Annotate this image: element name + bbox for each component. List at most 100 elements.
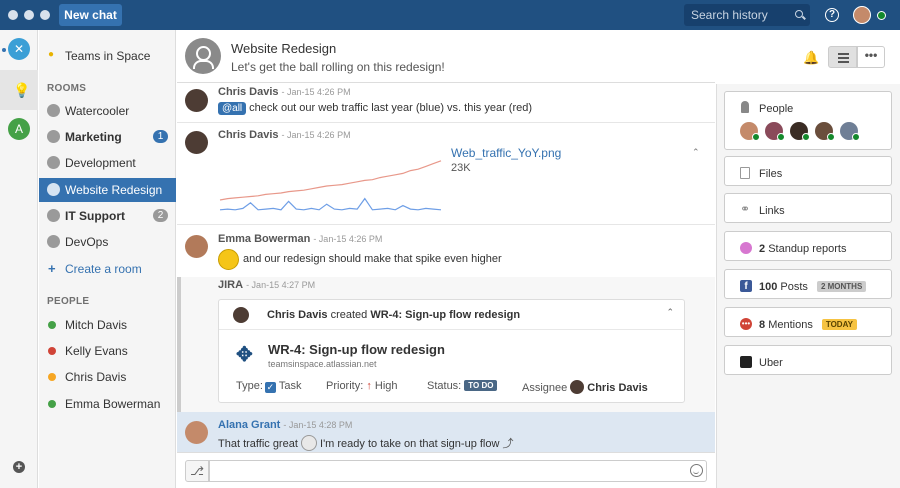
help-icon[interactable]: ? xyxy=(825,8,839,22)
room-label: Marketing xyxy=(65,130,122,144)
more-actions-button[interactable]: ••• xyxy=(857,46,885,68)
posts-card[interactable]: f 100 Posts2 MONTHS xyxy=(724,269,892,299)
lightbulb-icon[interactable]: 💡 xyxy=(13,82,30,99)
arrow-icon: ⤴ xyxy=(503,438,514,450)
author-name: Alana Grant xyxy=(218,419,280,431)
mentions-card[interactable]: ••• 8 MentionsTODAY xyxy=(724,307,892,337)
search-history-input[interactable]: Search history xyxy=(684,4,810,26)
presence-icon xyxy=(48,321,56,329)
plus-icon: + xyxy=(48,261,56,276)
sidebar-item-website-redesign[interactable]: Website Redesign xyxy=(39,178,176,202)
message-time: - Jan-15 4:28 PM xyxy=(283,420,352,430)
status-lozenge: TO DO xyxy=(464,380,497,391)
room-label: IT Support xyxy=(65,209,125,223)
jira-issue-title[interactable]: WR-4: Sign-up flow redesign xyxy=(268,342,445,357)
room-label: DevOps xyxy=(65,235,108,249)
person-name: Kelly Evans xyxy=(65,344,128,358)
message-body: I'm ready to take on that sign-up flow xyxy=(320,438,499,450)
search-icon xyxy=(795,10,803,18)
team-a-icon[interactable]: A xyxy=(8,118,30,140)
posts-period-badge: 2 MONTHS xyxy=(817,281,866,292)
message-time: - Jan-15 4:26 PM xyxy=(313,234,382,244)
avatar[interactable] xyxy=(815,122,833,140)
avatar[interactable] xyxy=(790,122,808,140)
room-icon xyxy=(47,130,60,143)
add-team-icon[interactable]: + xyxy=(13,461,25,473)
message-author: Chris Davis- Jan-15 4:26 PM xyxy=(218,86,351,98)
avatar[interactable] xyxy=(740,122,758,140)
user-avatar[interactable] xyxy=(853,6,871,24)
attach-button[interactable]: ⎇ xyxy=(185,460,209,482)
standup-card[interactable]: 2 Standup reports xyxy=(724,231,892,261)
unread-badge: 1 xyxy=(153,130,168,143)
new-chat-button[interactable]: New chat xyxy=(59,4,122,26)
standup-text: Standup reports xyxy=(768,243,846,255)
posts-count: 100 xyxy=(759,281,777,293)
online-status-icon xyxy=(877,11,886,20)
field-label: Type: xyxy=(236,380,263,392)
sidebar-item-devops[interactable]: DevOps xyxy=(39,230,176,254)
uber-card[interactable]: Uber xyxy=(724,345,892,375)
divider xyxy=(177,224,715,225)
priority-up-icon: ↑ xyxy=(366,380,372,392)
list-icon-line xyxy=(838,61,849,63)
room-icon xyxy=(47,156,60,169)
away-icon xyxy=(48,373,56,381)
toggle-sidebar-button[interactable] xyxy=(828,46,857,68)
message-input[interactable] xyxy=(209,460,707,482)
jira-issue-ref[interactable]: WR-4: Sign-up flow redesign xyxy=(370,309,520,321)
sidebar-person-mitch-davis[interactable]: Mitch Davis xyxy=(39,313,176,337)
emoji-icon[interactable] xyxy=(690,464,703,477)
window-minimize-button[interactable] xyxy=(24,10,34,20)
sidebar-person-chris-davis[interactable]: Chris Davis xyxy=(39,365,176,389)
sidebar-item-marketing[interactable]: Marketing 1 xyxy=(39,125,176,149)
field-label: Priority: xyxy=(326,380,363,392)
sidebar-item-watercooler[interactable]: Watercooler xyxy=(39,99,176,123)
sidebar: ● Teams in Space ROOMS Watercooler Marke… xyxy=(39,30,176,488)
mentions-period-badge: TODAY xyxy=(822,319,857,330)
message-list[interactable]: Chris Davis- Jan-15 4:26 PM @allcheck ou… xyxy=(177,84,715,452)
mentions-text: Mentions xyxy=(768,319,813,331)
traffic-chart[interactable] xyxy=(218,156,443,216)
links-card[interactable]: ⚭ Links xyxy=(724,193,892,223)
bell-icon[interactable]: 🔔 xyxy=(803,50,819,66)
sidebar-person-emma-bowerman[interactable]: Emma Bowerman xyxy=(39,392,176,416)
active-team-indicator xyxy=(2,48,6,52)
avatar xyxy=(233,307,249,323)
team-switcher-icon[interactable]: ✕ xyxy=(8,38,30,60)
sidebar-person-kelly-evans[interactable]: Kelly Evans xyxy=(39,339,176,363)
search-placeholder: Search history xyxy=(691,8,768,22)
message-author: JIRA- Jan-15 4:27 PM xyxy=(218,279,315,291)
avatar[interactable] xyxy=(840,122,858,140)
create-room-link[interactable]: + Create a room xyxy=(39,257,176,281)
files-card[interactable]: Files xyxy=(724,156,892,186)
message-body: That traffic great xyxy=(218,438,298,450)
sidebar-item-it-support[interactable]: IT Support 2 xyxy=(39,204,176,228)
field-label: Status: xyxy=(427,380,461,392)
emoticon-icon xyxy=(301,435,317,451)
collapse-icon[interactable]: ⌃ xyxy=(692,147,700,158)
message-author: Alana Grant- Jan-15 4:28 PM xyxy=(218,419,352,431)
person-name: Chris Davis xyxy=(65,370,126,384)
attachment-link[interactable]: Web_traffic_YoY.png xyxy=(451,146,561,160)
sidebar-item-development[interactable]: Development xyxy=(39,151,176,175)
jira-card-header: Chris Davis created WR-4: Sign-up flow r… xyxy=(219,300,684,330)
avatar[interactable] xyxy=(765,122,783,140)
avatar[interactable] xyxy=(185,235,208,258)
jira-priority-field: Priority: ↑ High xyxy=(326,380,398,392)
window-zoom-button[interactable] xyxy=(40,10,50,20)
window-close-button[interactable] xyxy=(8,10,18,20)
jira-status-field: Status:TO DO xyxy=(427,380,497,392)
room-title: Website Redesign xyxy=(231,41,336,56)
avatar[interactable] xyxy=(185,89,208,112)
room-icon xyxy=(47,235,60,248)
links-label: Links xyxy=(759,205,785,217)
room-icon xyxy=(47,183,60,196)
team-name-row[interactable]: ● Teams in Space xyxy=(39,47,176,65)
collapse-icon[interactable]: ⌃ xyxy=(666,307,674,318)
unread-badge: 2 xyxy=(153,209,168,222)
people-card[interactable]: People xyxy=(724,91,892,150)
avatar[interactable] xyxy=(185,421,208,444)
avatar[interactable] xyxy=(185,131,208,154)
jira-issue-card[interactable]: Chris Davis created WR-4: Sign-up flow r… xyxy=(218,299,685,403)
